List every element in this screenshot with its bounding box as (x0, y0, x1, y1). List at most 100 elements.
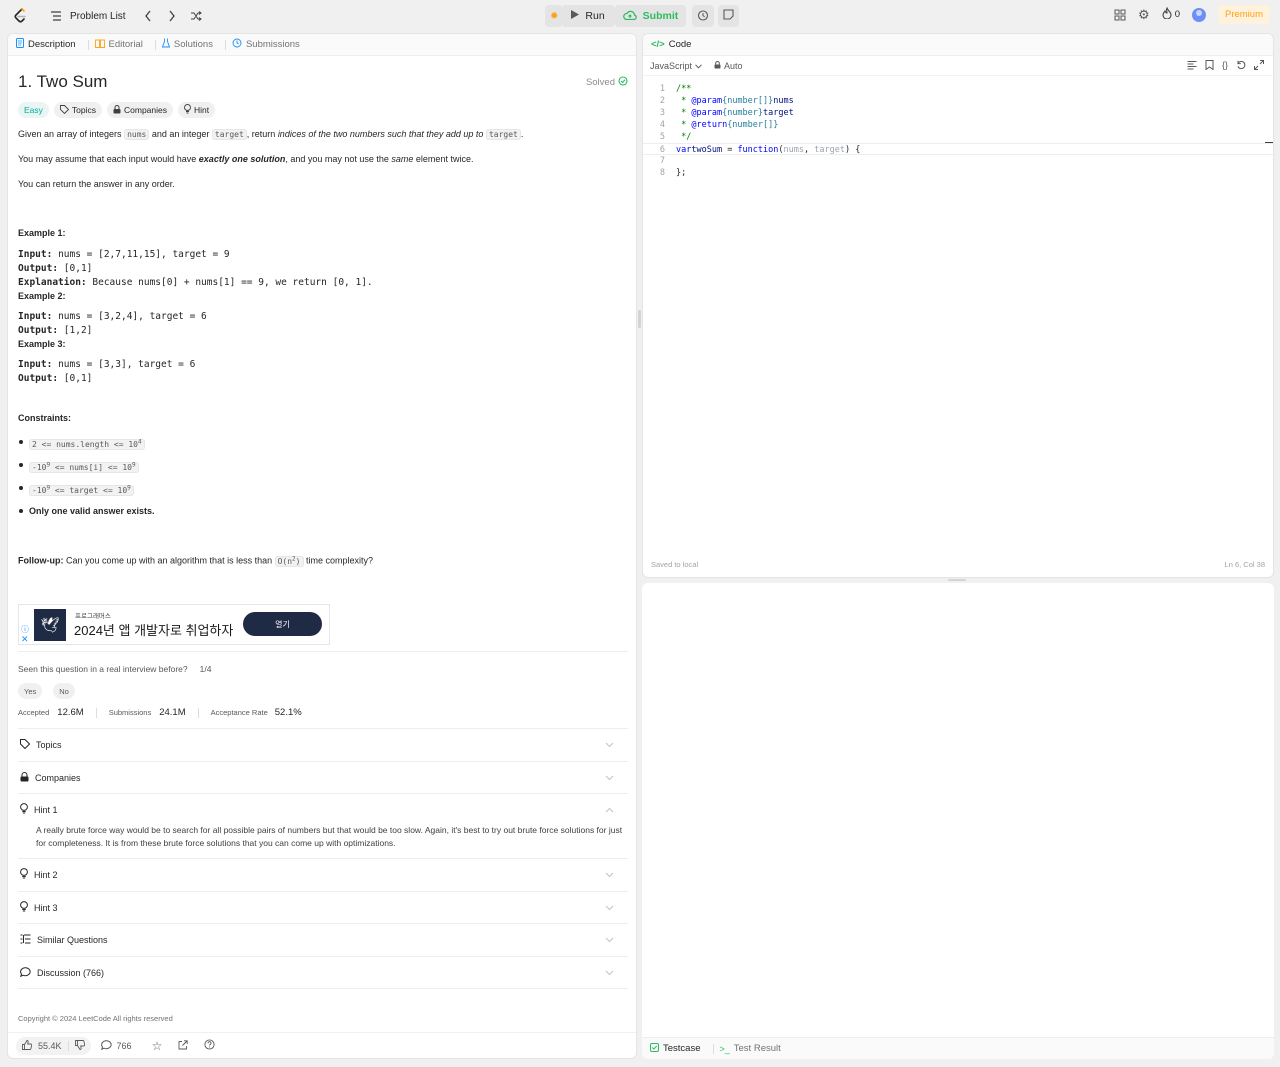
tag-icon (59, 104, 70, 116)
example-body: Input: nums = [2,7,11,15], target = 9 Ou… (18, 249, 373, 288)
stat-divider (197, 707, 199, 718)
tab-divider (224, 39, 226, 50)
chevron-down-icon (605, 870, 614, 880)
description-paragraph-3: You can return the answer in any order. (18, 179, 175, 189)
ad-divider (18, 651, 628, 652)
check-circle-icon (618, 76, 628, 89)
topics-tag[interactable]: Topics (53, 102, 102, 118)
save-status: Saved to local (651, 560, 699, 569)
timer-button[interactable] (692, 5, 715, 27)
difficulty-badge[interactable]: Easy (18, 102, 49, 118)
tab-test-result[interactable]: >_ Test Result (720, 1043, 781, 1054)
shuffle-icon[interactable] (186, 11, 206, 21)
line-number: 4 (659, 120, 665, 130)
reset-icon[interactable] (1236, 60, 1246, 72)
tab-editorial[interactable]: Editorial (94, 39, 143, 51)
debug-button[interactable]: ✹ (545, 5, 564, 27)
accordion-hint-1[interactable]: Hint 1 (18, 793, 628, 825)
line-number: 3 (659, 108, 665, 118)
constraint-item: -109 <= nums[i] <= 109 (18, 458, 628, 473)
yes-button[interactable]: Yes (18, 683, 43, 699)
premium-button[interactable]: Premium (1217, 5, 1270, 24)
notes-button[interactable] (718, 5, 740, 27)
line-number: 5 (659, 132, 665, 142)
leetcode-logo-icon[interactable] (8, 5, 32, 27)
lightbulb-icon (20, 803, 28, 816)
vertical-resize-handle[interactable] (638, 310, 641, 328)
hint-tag[interactable]: Hint (178, 102, 216, 118)
chevron-down-icon (605, 903, 614, 913)
chevron-down-icon (605, 740, 614, 750)
note-icon (723, 9, 734, 23)
testcase-panel: Testcase >_ Test Result (642, 583, 1274, 1059)
ad-text: 2024년 앱 개발자로 취업하자 (74, 623, 234, 638)
bug-icon: ✹ (550, 10, 559, 22)
description-tabs: Description Editorial Solutions Submissi… (8, 34, 636, 56)
ad-open-button[interactable]: 열기 (243, 612, 322, 636)
constraint-item: -109 <= target <= 109 (18, 481, 628, 496)
tab-code[interactable]: </> Code (651, 39, 691, 50)
run-button[interactable]: Run (563, 5, 615, 27)
streak-counter[interactable]: 0 (1162, 6, 1180, 22)
lightbulb-icon (20, 868, 28, 881)
comments-button[interactable]: 766 (100, 1039, 132, 1052)
prev-problem-icon[interactable] (138, 10, 158, 22)
no-button[interactable]: No (53, 683, 75, 699)
layout-icon[interactable] (1114, 9, 1126, 21)
share-icon[interactable] (178, 1039, 188, 1052)
expand-icon[interactable] (1254, 60, 1264, 72)
language-select[interactable]: JavaScript (650, 61, 702, 71)
constraint-item: Only one valid answer exists. (18, 504, 628, 518)
chevron-down-icon (695, 61, 702, 71)
example-3: Example 3: Input: nums = [3,3], target =… (18, 339, 628, 386)
current-line: 6 var twoSum = function(nums, target) { (643, 143, 1273, 155)
accordion-hint-2[interactable]: Hint 2 (18, 858, 628, 890)
auto-mode[interactable]: Auto (714, 61, 743, 71)
tab-testcase[interactable]: Testcase (650, 1042, 701, 1055)
line-number: 8 (659, 168, 665, 178)
interview-question: Seen this question in a real interview b… (18, 664, 212, 674)
lock-icon (113, 104, 121, 116)
checkbox-icon (650, 1042, 659, 1055)
example-title: Example 1: (18, 228, 66, 238)
tag-row: Easy Topics Companies Hint (18, 102, 628, 118)
code-editor[interactable]: 1/** 2 * @param {number[]} nums 3 * @par… (643, 83, 1273, 553)
ad-logo: 🕊 (34, 609, 66, 641)
problem-list-link[interactable]: Problem List (70, 11, 126, 22)
thumbs-down-icon[interactable] (74, 1039, 85, 1052)
avatar[interactable] (1191, 7, 1206, 22)
list-icon[interactable] (50, 11, 62, 21)
tab-solutions[interactable]: Solutions (161, 38, 213, 51)
format-icon[interactable] (1187, 60, 1197, 72)
submit-button[interactable]: Submit (614, 5, 687, 27)
tag-icon (20, 738, 31, 751)
next-problem-icon[interactable] (162, 10, 182, 22)
tab-submissions[interactable]: Submissions (232, 38, 300, 51)
lightbulb-icon (20, 901, 28, 914)
braces-icon[interactable]: {} (1222, 60, 1228, 72)
tab-divider (154, 39, 156, 50)
star-icon[interactable]: ☆ (152, 1039, 163, 1053)
accordion-discussion[interactable]: Discussion (766) (18, 956, 628, 988)
tab-description[interactable]: Description (16, 38, 76, 51)
like-dislike-group: 55.4K (16, 1036, 91, 1055)
bookmark-icon[interactable] (1205, 60, 1214, 72)
lightbulb-icon (184, 104, 191, 116)
thumbs-up-icon[interactable] (22, 1039, 33, 1052)
accordion-companies[interactable]: Companies (18, 761, 628, 793)
settings-gear-icon[interactable]: ⚙ (1138, 7, 1150, 23)
likes-count: 55.4K (38, 1040, 62, 1051)
stat-divider (95, 707, 97, 718)
code-tabs: </> Code (643, 34, 1273, 56)
ad-close-icon[interactable]: ✕ (21, 634, 29, 645)
ad-banner[interactable]: ⓘ ✕ 🕊 프로그래머스 2024년 앱 개발자로 취업하자 열기 (18, 604, 330, 645)
accordion-topics[interactable]: Topics (18, 728, 628, 760)
accordion-hint-3[interactable]: Hint 3 (18, 891, 628, 923)
accordion-similar-questions[interactable]: Similar Questions (18, 923, 628, 955)
stats-row: Accepted 12.6M Submissions 24.1M Acceptanc… (18, 707, 302, 718)
horizontal-resize-handle[interactable] (948, 579, 966, 581)
accordion-divider (18, 988, 628, 989)
help-icon[interactable] (204, 1039, 215, 1052)
companies-tag[interactable]: Companies (107, 102, 173, 118)
chevron-up-icon (605, 805, 614, 815)
